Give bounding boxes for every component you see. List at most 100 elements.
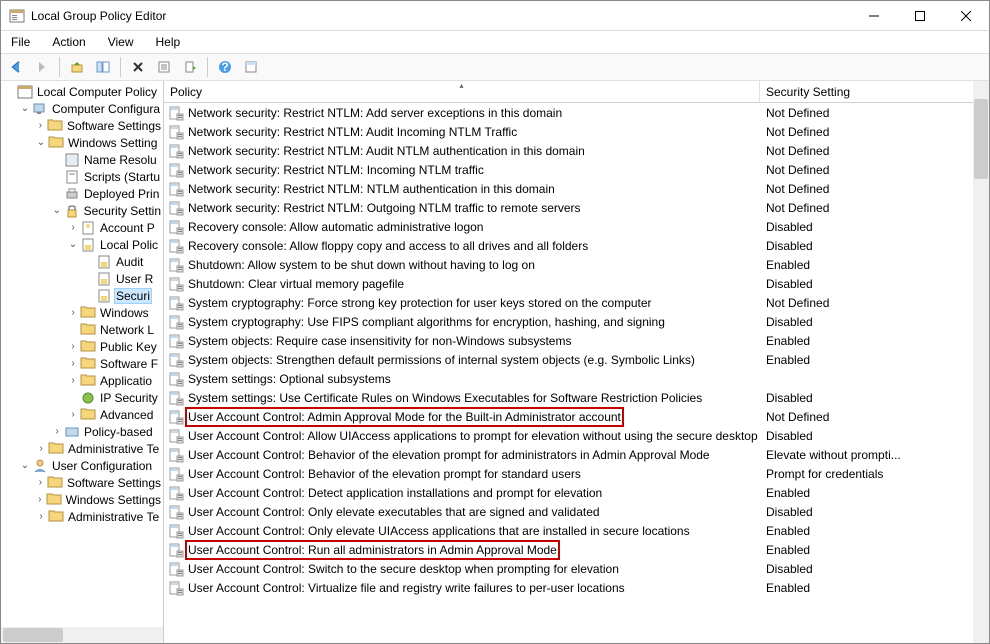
policy-row[interactable]: User Account Control: Detect application… bbox=[164, 483, 989, 502]
expand-icon[interactable]: › bbox=[35, 120, 46, 131]
policy-row[interactable]: Network security: Restrict NTLM: Outgoin… bbox=[164, 198, 989, 217]
tree-app-control[interactable]: ›Applicatio bbox=[1, 372, 163, 389]
up-button[interactable] bbox=[66, 56, 88, 78]
policy-row[interactable]: Network security: Restrict NTLM: Add ser… bbox=[164, 103, 989, 122]
collapse-icon[interactable]: ⌄ bbox=[51, 205, 63, 216]
tree-scripts[interactable]: Scripts (Startu bbox=[1, 168, 163, 185]
minimize-button[interactable] bbox=[851, 1, 897, 31]
expand-icon[interactable]: › bbox=[51, 426, 63, 437]
tree-windows-settings[interactable]: ⌄Windows Setting bbox=[1, 134, 163, 151]
policy-row[interactable]: User Account Control: Admin Approval Mod… bbox=[164, 407, 989, 426]
close-button[interactable] bbox=[943, 1, 989, 31]
expand-icon[interactable]: › bbox=[35, 494, 45, 505]
maximize-button[interactable] bbox=[897, 1, 943, 31]
collapse-icon[interactable]: ⌄ bbox=[67, 239, 79, 250]
forward-button[interactable] bbox=[31, 56, 53, 78]
policy-setting: Not Defined bbox=[760, 182, 989, 196]
tree-deployed-printers[interactable]: Deployed Prin bbox=[1, 185, 163, 202]
tree-user-admin-templates[interactable]: ›Administrative Te bbox=[1, 508, 163, 525]
collapse-icon[interactable]: ⌄ bbox=[19, 103, 31, 114]
policy-row[interactable]: Network security: Restrict NTLM: NTLM au… bbox=[164, 179, 989, 198]
tree-software-restriction[interactable]: ›Software F bbox=[1, 355, 163, 372]
expand-icon[interactable]: › bbox=[67, 358, 79, 369]
policy-row[interactable]: System objects: Strengthen default permi… bbox=[164, 350, 989, 369]
tree[interactable]: Local Computer Policy ⌄Computer Configur… bbox=[1, 83, 163, 525]
policy-name: User Account Control: Behavior of the el… bbox=[188, 467, 581, 481]
tree-root[interactable]: Local Computer Policy bbox=[1, 83, 163, 100]
policy-row[interactable]: System objects: Require case insensitivi… bbox=[164, 331, 989, 350]
column-header-setting[interactable]: Security Setting bbox=[760, 81, 989, 102]
menu-view[interactable]: View bbox=[104, 33, 138, 51]
policy-name: Network security: Restrict NTLM: Add ser… bbox=[188, 106, 562, 120]
policy-row[interactable]: User Account Control: Behavior of the el… bbox=[164, 445, 989, 464]
policy-row[interactable]: Recovery console: Allow floppy copy and … bbox=[164, 236, 989, 255]
tree-user-config[interactable]: ⌄User Configuration bbox=[1, 457, 163, 474]
policy-row[interactable]: User Account Control: Run all administra… bbox=[164, 540, 989, 559]
collapse-icon[interactable]: ⌄ bbox=[35, 137, 47, 148]
policy-setting: Disabled bbox=[760, 391, 989, 405]
tree-user-rights[interactable]: User R bbox=[1, 270, 163, 287]
scrollbar-thumb[interactable] bbox=[974, 99, 988, 179]
policy-row[interactable]: System cryptography: Force strong key pr… bbox=[164, 293, 989, 312]
column-header-policy[interactable]: Policy ▴ bbox=[164, 81, 760, 102]
tree-policy-based-qos[interactable]: ›Policy-based bbox=[1, 423, 163, 440]
policy-row[interactable]: System cryptography: Use FIPS compliant … bbox=[164, 312, 989, 331]
tree-admin-templates[interactable]: ›Administrative Te bbox=[1, 440, 163, 457]
policy-row[interactable]: Network security: Restrict NTLM: Audit N… bbox=[164, 141, 989, 160]
policy-row[interactable]: User Account Control: Only elevate UIAcc… bbox=[164, 521, 989, 540]
tree-user-software-settings[interactable]: ›Software Settings bbox=[1, 474, 163, 491]
properties-button[interactable] bbox=[153, 56, 175, 78]
policy-row[interactable]: Shutdown: Clear virtual memory pagefileD… bbox=[164, 274, 989, 293]
policy-setting: Not Defined bbox=[760, 201, 989, 215]
expand-icon[interactable]: › bbox=[35, 443, 47, 454]
tree-software-settings[interactable]: ›Software Settings bbox=[1, 117, 163, 134]
policy-row[interactable]: User Account Control: Allow UIAccess app… bbox=[164, 426, 989, 445]
policy-row[interactable]: Shutdown: Allow system to be shut down w… bbox=[164, 255, 989, 274]
expand-icon[interactable]: › bbox=[67, 409, 79, 420]
expand-icon[interactable]: › bbox=[35, 511, 47, 522]
collapse-icon[interactable]: ⌄ bbox=[19, 460, 31, 471]
export-button[interactable] bbox=[179, 56, 201, 78]
tree-windows-firewall[interactable]: ›Windows bbox=[1, 304, 163, 321]
back-button[interactable] bbox=[5, 56, 27, 78]
tree-advanced-audit[interactable]: ›Advanced bbox=[1, 406, 163, 423]
tree-local-policies[interactable]: ⌄Local Polic bbox=[1, 236, 163, 253]
expand-icon[interactable]: › bbox=[67, 307, 79, 318]
policy-setting: Not Defined bbox=[760, 125, 989, 139]
policy-row[interactable]: User Account Control: Only elevate execu… bbox=[164, 502, 989, 521]
policy-icon bbox=[168, 504, 184, 520]
menu-action[interactable]: Action bbox=[48, 33, 89, 51]
tree-audit-policy[interactable]: Audit bbox=[1, 253, 163, 270]
menu-file[interactable]: File bbox=[7, 33, 34, 51]
policy-row[interactable]: Network security: Restrict NTLM: Audit I… bbox=[164, 122, 989, 141]
tree-computer-config[interactable]: ⌄Computer Configura bbox=[1, 100, 163, 117]
policy-list[interactable]: Network security: Restrict NTLM: Add ser… bbox=[164, 103, 989, 643]
menu-help[interactable]: Help bbox=[152, 33, 185, 51]
policy-row[interactable]: Recovery console: Allow automatic admini… bbox=[164, 217, 989, 236]
tree-public-key[interactable]: ›Public Key bbox=[1, 338, 163, 355]
tree-security-options[interactable]: Securi bbox=[1, 287, 163, 304]
vertical-scrollbar[interactable] bbox=[973, 81, 989, 643]
policy-row[interactable]: System settings: Use Certificate Rules o… bbox=[164, 388, 989, 407]
tree-ip-security[interactable]: IP Security bbox=[1, 389, 163, 406]
expand-icon[interactable]: › bbox=[35, 477, 46, 488]
help-button[interactable]: ? bbox=[214, 56, 236, 78]
content-area: Local Computer Policy ⌄Computer Configur… bbox=[1, 81, 989, 643]
delete-button[interactable] bbox=[127, 56, 149, 78]
tree-network-list[interactable]: Network L bbox=[1, 321, 163, 338]
tree-account-policies[interactable]: ›Account P bbox=[1, 219, 163, 236]
policy-row[interactable]: Network security: Restrict NTLM: Incomin… bbox=[164, 160, 989, 179]
filter-button[interactable] bbox=[240, 56, 262, 78]
tree-name-resolution[interactable]: Name Resolu bbox=[1, 151, 163, 168]
expand-icon[interactable]: › bbox=[67, 375, 79, 386]
expand-icon[interactable]: › bbox=[67, 222, 79, 233]
expand-icon[interactable]: › bbox=[67, 341, 79, 352]
tree-horizontal-scrollbar[interactable] bbox=[1, 627, 163, 643]
policy-row[interactable]: User Account Control: Switch to the secu… bbox=[164, 559, 989, 578]
tree-security-settings[interactable]: ⌄Security Settin bbox=[1, 202, 163, 219]
policy-row[interactable]: System settings: Optional subsystems bbox=[164, 369, 989, 388]
policy-row[interactable]: User Account Control: Virtualize file an… bbox=[164, 578, 989, 597]
tree-user-windows-settings[interactable]: ›Windows Settings bbox=[1, 491, 163, 508]
policy-row[interactable]: User Account Control: Behavior of the el… bbox=[164, 464, 989, 483]
show-hide-tree-button[interactable] bbox=[92, 56, 114, 78]
